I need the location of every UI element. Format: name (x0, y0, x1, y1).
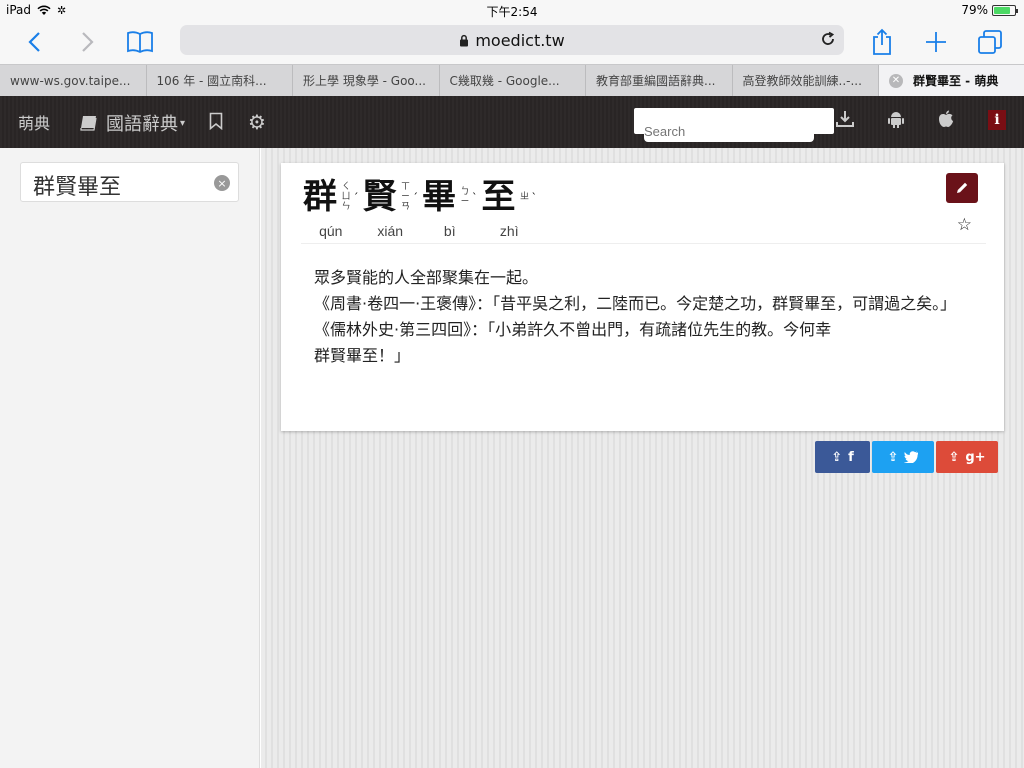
back-button[interactable] (16, 24, 52, 60)
site-navbar: 萌典 國語辭典 ▾ ⚙ i (0, 96, 1024, 148)
google-plus-icon: g+ (965, 449, 986, 465)
example-text: 群賢畢至！」 (314, 346, 411, 365)
search-box[interactable] (634, 108, 834, 142)
address-bar[interactable]: moedict.tw (180, 25, 844, 55)
download-button[interactable] (836, 110, 854, 133)
forward-button[interactable] (70, 24, 106, 60)
dictionary-label: 國語辭典 (106, 114, 178, 135)
edit-button[interactable] (946, 173, 978, 203)
download-icon (836, 111, 854, 127)
chevron-right-icon (82, 32, 94, 52)
share-facebook-button[interactable]: ⇪ f (815, 441, 870, 473)
tab-active[interactable]: ✕ 群賢畢至 - 萌典 (879, 65, 1024, 96)
pinyin: bì (443, 223, 456, 239)
clear-query-icon[interactable]: × (214, 175, 230, 191)
apple-icon (939, 110, 953, 127)
tab-4[interactable]: C幾取幾 - Google... (440, 65, 586, 96)
share-button[interactable] (864, 24, 900, 60)
battery-percent: 79% (961, 3, 988, 17)
tone-mark: ˋ (531, 190, 538, 204)
book-icon (80, 116, 97, 131)
pinyin: zhì (499, 223, 519, 239)
heading-char[interactable]: 賢 (363, 177, 397, 217)
tab-5[interactable]: 教育部重編國語辭典... (586, 65, 733, 96)
heading-char-block: 至 ㄓ ˋ zhì (482, 177, 538, 239)
apple-button[interactable] (938, 110, 954, 133)
facebook-icon: f (848, 449, 854, 465)
bookmark-button[interactable] (209, 112, 223, 134)
tab-3[interactable]: 形上學 現象學 - Goo... (293, 65, 440, 96)
bopomofo: ㄒㄧㄢ (400, 182, 410, 212)
pinyin: xián (377, 223, 404, 239)
caret-down-icon: ▾ (180, 117, 186, 129)
tab-1[interactable]: www-ws.gov.taipe... (0, 65, 147, 96)
browser-toolbar: moedict.tw (0, 20, 1024, 64)
query-text: 群賢畢至 (33, 175, 122, 200)
plus-icon (926, 32, 946, 52)
tone-mark: ˊ (353, 190, 359, 204)
lock-icon (460, 34, 469, 46)
bopomofo: ㄅㄧ (460, 187, 470, 207)
query-field[interactable]: 群賢畢至 × (20, 162, 239, 202)
status-bar: iPad ✲ 下午2:54 79% (0, 0, 1024, 20)
share-arrow-icon: ⇪ (948, 449, 960, 465)
star-icon: ☆ (956, 215, 972, 235)
favorite-button[interactable]: ☆ (957, 215, 972, 235)
bookmarks-button[interactable] (122, 24, 158, 60)
heading-char[interactable]: 至 (482, 177, 516, 217)
definition-block: 眾多賢能的人全部聚集在一起。 《周書·卷四一·王褒傳》：「昔平吳之利，二陸而已。… (314, 265, 984, 369)
bopomofo: ㄓ (519, 192, 529, 202)
android-button[interactable] (888, 110, 904, 133)
share-twitter-button[interactable]: ⇪ (872, 441, 934, 473)
heading-char-block: 畢 ㄅㄧ ˋ bì (422, 177, 478, 239)
new-tab-button[interactable] (918, 24, 954, 60)
example-text: 《周書·卷四一·王褒傳》：「昔平吳之利，二陸而已。今定楚之功，群賢畢至，可謂過之… (314, 294, 957, 313)
share-arrow-icon: ⇪ (887, 449, 899, 465)
dictionary-dropdown[interactable]: 國語辭典 ▾ (80, 110, 185, 136)
main-content: 群 ㄑㄩㄣ ˊ qún 賢 ㄒㄧㄢ ˊ xián 畢 ㄅ ㄧ ˋ bì 至 ㄓ … (261, 148, 1024, 768)
book-icon (127, 31, 153, 54)
pencil-icon (957, 182, 968, 193)
url-text: moedict.tw (475, 30, 565, 50)
heading-char-block: 群 ㄑㄩㄣ ˊ qún (303, 177, 359, 239)
entry-card: 群 ㄑㄩㄣ ˊ qún 賢 ㄒㄧㄢ ˊ xián 畢 ㄅ ㄧ ˋ bì 至 ㄓ … (281, 163, 1004, 431)
settings-button[interactable]: ⚙ (248, 110, 266, 134)
heading-char[interactable]: 群 (303, 177, 337, 217)
entry-heading: 群 ㄑㄩㄣ ˊ qún 賢 ㄒㄧㄢ ˊ xián 畢 ㄅ ㄧ ˋ bì 至 ㄓ … (303, 177, 541, 239)
divider (301, 243, 986, 244)
definition-text: 眾多賢能的人全部聚集在一起。 (314, 268, 539, 287)
info-button[interactable]: i (988, 110, 1006, 130)
chevron-left-icon (28, 32, 40, 52)
twitter-icon (904, 451, 919, 463)
share-icon (873, 28, 891, 55)
tab-close-icon[interactable]: ✕ (889, 73, 903, 88)
site-logo[interactable]: 萌典 (18, 110, 50, 134)
heading-char[interactable]: 畢 (422, 177, 456, 217)
tone-mark: ˋ (472, 190, 478, 204)
gears-icon: ⚙ (248, 110, 266, 134)
android-icon (888, 112, 904, 128)
example-text: 《儒林外史·第三四回》：「小弟許久不曾出門，有疏諸位先生的教。今何幸 (314, 320, 832, 339)
search-input[interactable] (644, 120, 814, 142)
tab-bar: www-ws.gov.taipe... 106 年 - 國立南科... 形上學 … (0, 64, 1024, 96)
tab-6[interactable]: 高登教師效能訓練..-... (733, 65, 879, 96)
sidebar: 群賢畢至 × (0, 148, 260, 768)
bookmark-icon (209, 112, 223, 131)
reload-button[interactable] (820, 31, 836, 51)
bopomofo: ㄑㄩㄣ (341, 182, 351, 212)
share-arrow-icon: ⇪ (831, 449, 843, 465)
tabs-overview-button[interactable] (972, 24, 1008, 60)
battery-icon (992, 4, 1018, 16)
share-google-plus-button[interactable]: ⇪ g+ (936, 441, 998, 473)
tab-2[interactable]: 106 年 - 國立南科... (147, 65, 293, 96)
tabs-icon (978, 30, 1002, 54)
status-time: 下午2:54 (486, 5, 538, 19)
reload-icon (822, 31, 835, 45)
pinyin: qún (319, 223, 343, 239)
battery-level-fill (994, 6, 1010, 14)
heading-char-block: 賢 ㄒㄧㄢ ˊ xián (363, 177, 419, 239)
tone-mark: ˊ (412, 190, 419, 204)
